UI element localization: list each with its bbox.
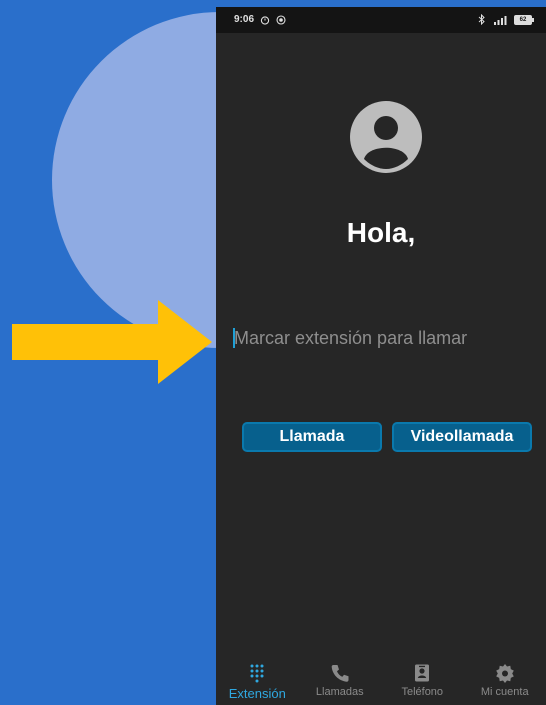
call-button[interactable]: Llamada bbox=[242, 422, 382, 452]
record-icon bbox=[276, 14, 286, 25]
video-call-button[interactable]: Videollamada bbox=[392, 422, 532, 452]
bluetooth-icon bbox=[478, 14, 485, 25]
nav-item-label: Mi cuenta bbox=[480, 686, 529, 698]
nav-item-label: Teléfono bbox=[401, 686, 444, 698]
phone-icon bbox=[331, 665, 349, 682]
status-bar: 9:06 62 bbox=[216, 7, 546, 33]
phone-screen: 9:06 62 Hola, Marcar extensión para llam… bbox=[216, 7, 546, 705]
nav-item-account[interactable]: Mi cuenta bbox=[464, 659, 546, 705]
pointer-arrow-icon bbox=[12, 300, 212, 384]
status-time: 9:06 bbox=[234, 14, 255, 25]
user-avatar-icon bbox=[350, 101, 422, 173]
greeting-title: Hola, bbox=[346, 217, 416, 248]
nav-item-label: Extensión bbox=[228, 686, 286, 701]
gear-icon bbox=[495, 664, 514, 683]
nav-item-phone[interactable]: Teléfono bbox=[381, 659, 464, 705]
text-cursor bbox=[233, 328, 235, 348]
contacts-icon bbox=[415, 664, 430, 682]
nav-item-label: Llamadas bbox=[315, 686, 364, 698]
extension-input[interactable] bbox=[232, 321, 544, 355]
nav-item-extension[interactable]: Extensión bbox=[216, 659, 299, 705]
bottom-navigation: Extensión Llamadas Teléfono Mi cuenta bbox=[216, 659, 546, 705]
signal-icon bbox=[494, 15, 507, 25]
dialpad-icon bbox=[250, 664, 264, 683]
battery-icon: 62 bbox=[514, 14, 534, 25]
alarm-icon bbox=[260, 15, 270, 25]
nav-item-calls[interactable]: Llamadas bbox=[299, 659, 382, 705]
